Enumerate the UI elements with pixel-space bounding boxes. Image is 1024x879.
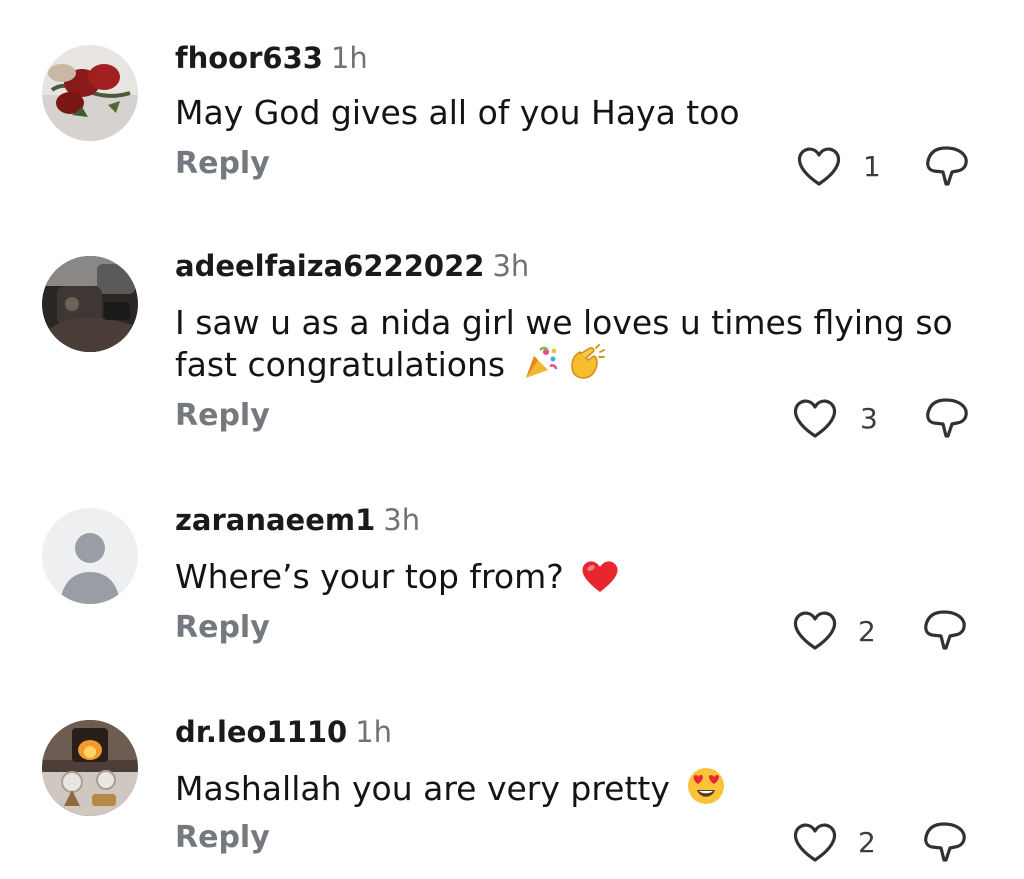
- comment-body: I saw u as a nida girl we loves u times …: [175, 303, 953, 384]
- comment-header: fhoor633 1h: [175, 40, 368, 76]
- person-icon: [42, 508, 138, 604]
- timestamp: 3h: [492, 249, 530, 283]
- comment-list: fhoor633 1h May God gives all of you Haya…: [0, 0, 1024, 879]
- dislike-button[interactable]: [924, 396, 970, 442]
- avatar[interactable]: [42, 256, 138, 352]
- party-popper-icon: [522, 344, 560, 392]
- reply-button[interactable]: Reply: [175, 146, 270, 182]
- comment-text: Mashallah you are very pretty: [175, 766, 995, 816]
- dislike-icon: [924, 822, 966, 862]
- comment-item: dr.leo1110 1h Mashallah you are very pret…: [0, 714, 1024, 879]
- avatar[interactable]: [42, 720, 138, 816]
- like-count: 2: [858, 615, 876, 648]
- like-count: 1: [863, 150, 881, 183]
- dislike-button[interactable]: [922, 820, 968, 866]
- username[interactable]: adeelfaiza6222022: [175, 249, 484, 283]
- reply-button[interactable]: Reply: [175, 610, 270, 646]
- heart-outline-icon: [793, 399, 837, 438]
- comment-item: adeelfaiza6222022 3h I saw u as a nida gi…: [0, 248, 1024, 448]
- dislike-icon: [926, 146, 968, 186]
- username[interactable]: fhoor633: [175, 41, 323, 75]
- like-button[interactable]: [791, 396, 839, 440]
- reply-button[interactable]: Reply: [175, 398, 270, 434]
- comment-item: zaranaeem1 3h Where’s your top from? Repl…: [0, 502, 1024, 662]
- dislike-button[interactable]: [922, 608, 968, 654]
- like-button[interactable]: [791, 820, 839, 864]
- comment-header: zaranaeem1 3h: [175, 502, 420, 538]
- default-avatar[interactable]: [42, 508, 138, 604]
- clapping-hands-icon: [566, 344, 606, 392]
- like-count: 3: [860, 402, 878, 435]
- timestamp: 1h: [330, 41, 368, 75]
- reply-button[interactable]: Reply: [175, 820, 270, 856]
- like-count: 2: [858, 826, 876, 859]
- dislike-icon: [924, 610, 966, 650]
- comment-text: I saw u as a nida girl we loves u times …: [175, 302, 995, 392]
- comment-body: Where’s your top from?: [175, 557, 564, 596]
- comment-text: Where’s your top from?: [175, 556, 995, 604]
- avatar[interactable]: [42, 45, 138, 141]
- timestamp: 1h: [355, 715, 393, 749]
- username[interactable]: zaranaeem1: [175, 503, 375, 537]
- heart-outline-icon: [797, 147, 841, 186]
- heart-eyes-icon: [686, 766, 726, 816]
- dislike-icon: [926, 398, 968, 438]
- like-button[interactable]: [795, 144, 843, 188]
- comment-text: May God gives all of you Haya too: [175, 92, 995, 134]
- comment-header: adeelfaiza6222022 3h: [175, 248, 529, 284]
- comment-body: Mashallah you are very pretty: [175, 769, 670, 808]
- like-button[interactable]: [791, 608, 839, 652]
- timestamp: 3h: [383, 503, 421, 537]
- comment-body: May God gives all of you Haya too: [175, 93, 740, 132]
- comment-header: dr.leo1110 1h: [175, 714, 392, 750]
- heart-outline-icon: [793, 823, 837, 862]
- heart-outline-icon: [793, 611, 837, 650]
- username[interactable]: dr.leo1110: [175, 715, 347, 749]
- comment-item: fhoor633 1h May God gives all of you Haya…: [0, 40, 1024, 200]
- red-heart-icon: [580, 558, 620, 604]
- dislike-button[interactable]: [924, 144, 970, 190]
